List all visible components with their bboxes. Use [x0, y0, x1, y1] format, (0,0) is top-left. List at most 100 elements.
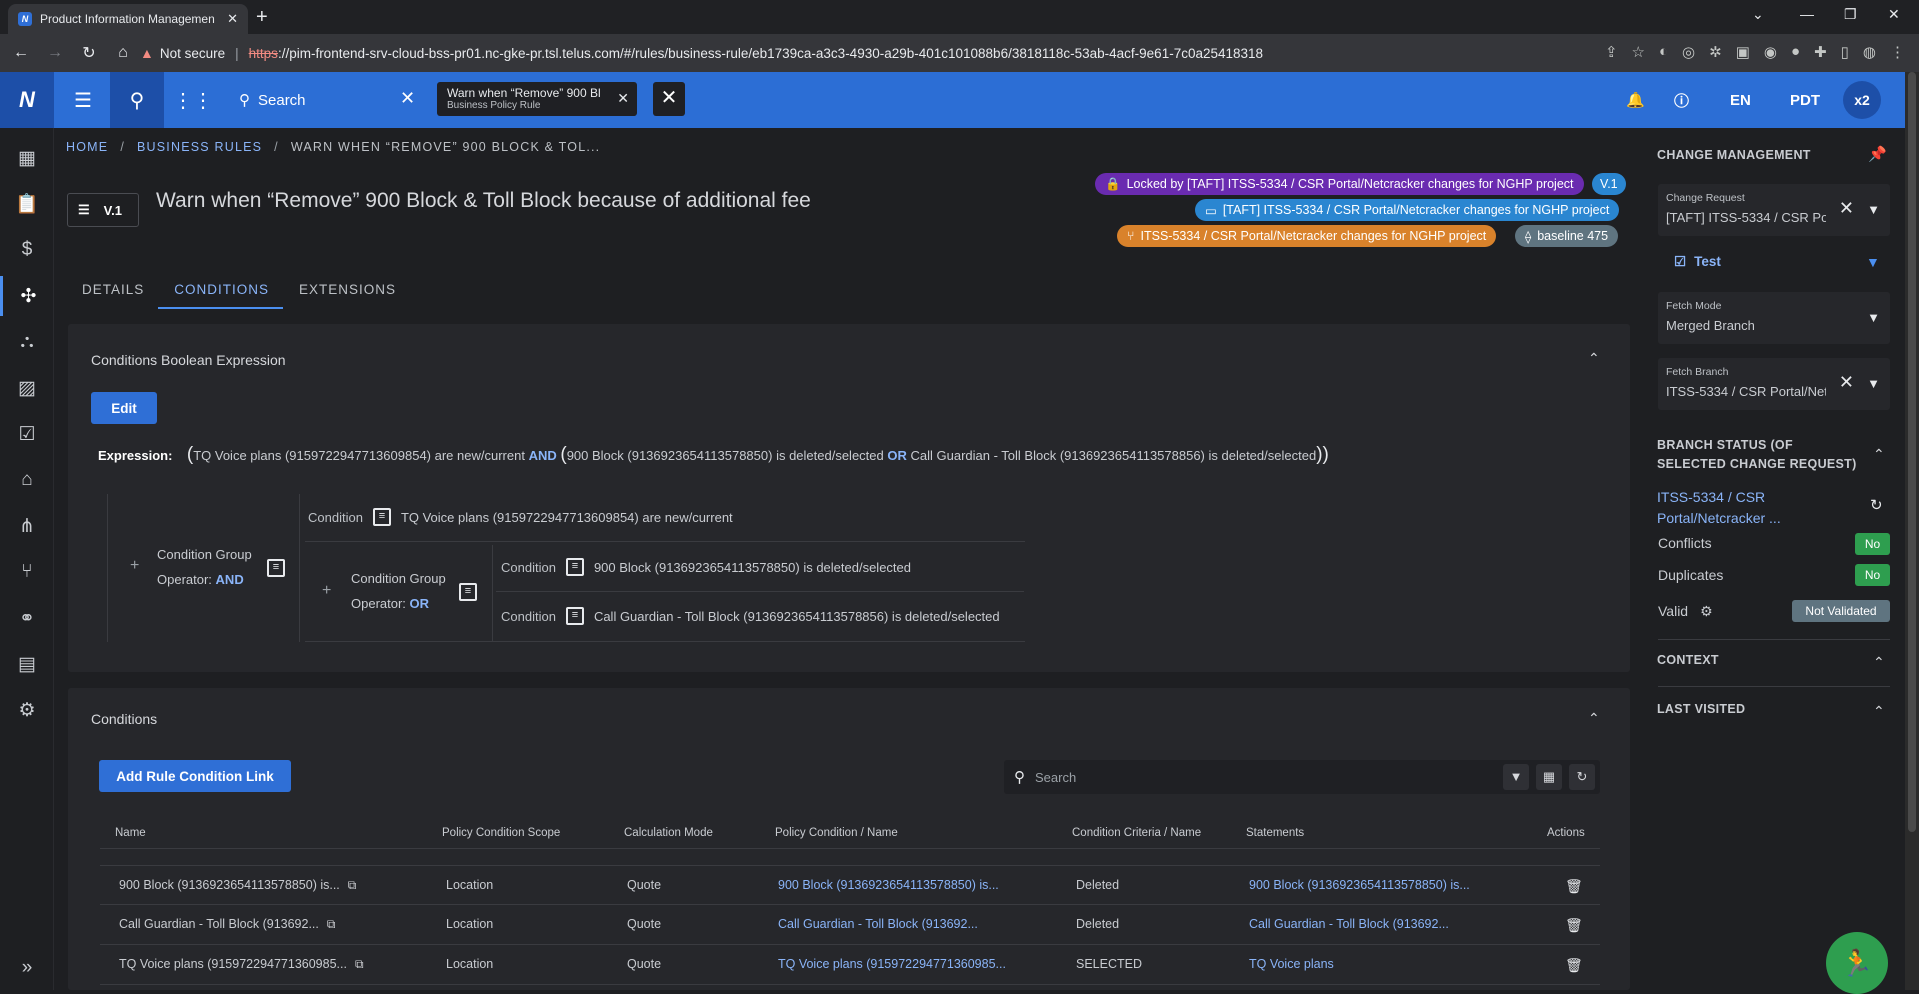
baseline-chip[interactable]: ⟠ baseline 475	[1515, 225, 1619, 247]
close-content-tab-icon[interactable]: ✕	[617, 90, 629, 107]
pricing-dollar-icon[interactable]: $	[0, 230, 54, 270]
collapse-chevron-icon[interactable]: ⌃	[1588, 350, 1600, 367]
add-rule-condition-link-button[interactable]: Add Rule Condition Link	[99, 760, 291, 792]
policy-condition-link[interactable]: TQ Voice plans (915972294771360985...	[778, 957, 1006, 971]
timezone-selector[interactable]: PDT	[1790, 72, 1820, 128]
last-visited-title[interactable]: LAST VISITED	[1657, 702, 1745, 716]
copy-icon[interactable]: ⧉	[327, 917, 336, 931]
context-title[interactable]: CONTEXT	[1657, 653, 1719, 667]
back-icon[interactable]: ←	[8, 44, 34, 62]
table-row[interactable]: Call Guardian - Toll Block (913692... ⧉ L…	[100, 905, 1600, 945]
delete-icon[interactable]: 🗑	[1565, 878, 1583, 895]
bookmark-star-icon[interactable]: ☆	[1632, 43, 1645, 61]
settings-gear-icon[interactable]: ⚙	[0, 690, 54, 730]
url-field[interactable]: ▲ Not secure | https://pim-frontend-srv-…	[140, 38, 1540, 68]
search-icon[interactable]: ⚲	[110, 72, 164, 128]
breadcrumb-business-rules[interactable]: BUSINESS RULES	[137, 140, 262, 154]
page-scrollbar-thumb[interactable]	[1908, 72, 1916, 832]
restore-icon[interactable]: ❐	[1844, 6, 1857, 23]
copy-icon[interactable]: ⧉	[355, 957, 364, 971]
forward-icon[interactable]: →	[42, 44, 68, 62]
window-close-icon[interactable]: ✕	[1888, 6, 1900, 23]
condition-list-icon[interactable]: ≡	[565, 558, 584, 576]
dashboard-icon[interactable]: ▦	[0, 138, 54, 178]
clipboard-icon[interactable]: 📋	[0, 184, 54, 224]
version-chip[interactable]: V.1	[1592, 173, 1626, 195]
tab-extensions[interactable]: EXTENSIONS	[283, 278, 410, 309]
table-icon[interactable]: ▤	[0, 644, 54, 684]
condition-list-icon[interactable]: ≡	[372, 508, 391, 526]
shapes-icon[interactable]: ⛬	[0, 322, 54, 362]
tab-details[interactable]: DETAILS	[66, 278, 158, 309]
table-row[interactable]: 900 Block (9136923654113578850) is... ⧉ L…	[100, 865, 1600, 905]
change-request-select[interactable]: Change Request [TAFT] ITSS-5334 / CSR Po…	[1658, 184, 1890, 236]
new-tab-icon[interactable]: +	[256, 6, 268, 29]
browser-tab[interactable]: N Product Information Managemen ✕	[8, 4, 248, 34]
branch-chip[interactable]: ⑂ ITSS-5334 / CSR Portal/Netcracker chang…	[1117, 225, 1497, 247]
statement-link[interactable]: 900 Block (9136923654113578850) is...	[1249, 878, 1470, 892]
col-header-calc-mode[interactable]: Calculation Mode	[624, 827, 713, 839]
fetch-mode-select[interactable]: Fetch Mode Merged Branch ▼	[1658, 292, 1890, 344]
locked-chip[interactable]: 🔒 Locked by [TAFT] ITSS-5334 / CSR Portal…	[1095, 173, 1584, 195]
hierarchy-icon[interactable]: ⋔	[0, 506, 54, 546]
delete-icon[interactable]: 🗑	[1565, 917, 1583, 934]
extension-icon[interactable]: ◎	[1682, 43, 1695, 61]
close-all-tabs-icon[interactable]: ✕	[653, 82, 685, 116]
app-logo-icon[interactable]: N	[0, 72, 54, 128]
group-list-icon[interactable]: ≡	[267, 559, 285, 577]
tag-icon[interactable]: ⌂	[0, 460, 54, 500]
nodes-icon[interactable]: ⚭	[0, 598, 54, 638]
col-header-scope[interactable]: Policy Condition Scope	[442, 827, 560, 839]
clear-search-icon[interactable]: ✕	[400, 88, 415, 109]
expand-sidebar-icon[interactable]: »	[0, 948, 54, 988]
col-header-policy-condition[interactable]: Policy Condition / Name	[775, 827, 898, 839]
collapse-chevron-icon[interactable]: ⌃	[1873, 446, 1885, 463]
policy-condition-link[interactable]: Call Guardian - Toll Block (913692...	[778, 917, 978, 931]
add-group-icon[interactable]: +	[322, 582, 331, 600]
extension-icon[interactable]: ●	[1791, 43, 1800, 61]
test-link[interactable]: ☑ Test	[1674, 254, 1721, 270]
edit-expression-button[interactable]: Edit	[91, 392, 157, 424]
col-header-criteria[interactable]: Condition Criteria / Name	[1072, 827, 1201, 839]
menu-kebab-icon[interactable]: ⋮	[1890, 43, 1905, 61]
validate-gear-icon[interactable]: ⚙	[1700, 603, 1713, 620]
extension-icon[interactable]: ✲	[1709, 43, 1722, 61]
open-content-tab[interactable]: Warn when “Remove” 900 Bl Business Polic…	[437, 82, 637, 116]
clear-icon[interactable]: ✕	[1839, 372, 1854, 393]
quick-action-fab-icon[interactable]: 🏃	[1826, 932, 1888, 994]
info-icon[interactable]: ⓘ	[1674, 72, 1689, 128]
dropdown-arrow-icon[interactable]: ▼	[1867, 310, 1880, 325]
global-search-input[interactable]: ⚲ Search	[229, 80, 425, 120]
filter-icon[interactable]: ▼	[1866, 254, 1880, 270]
expand-chevron-icon[interactable]: ⌃	[1873, 654, 1885, 671]
condition-list-icon[interactable]: ≡	[565, 607, 584, 625]
extension-icon[interactable]: ▣	[1736, 43, 1750, 61]
copy-icon[interactable]: ⧉	[348, 878, 357, 892]
table-row[interactable]: TQ Voice plans (915972294771360985... ⧉ L…	[100, 945, 1600, 985]
close-tab-icon[interactable]: ✕	[227, 11, 238, 27]
branch-link[interactable]: ITSS-5334 / CSR Portal/Netcracker ...	[1657, 487, 1781, 529]
language-selector[interactable]: EN	[1730, 72, 1751, 128]
image-icon[interactable]: ▨	[0, 368, 54, 408]
branch-icon[interactable]: ⑂	[0, 552, 54, 592]
breadcrumb-home[interactable]: HOME	[66, 140, 108, 154]
avatar[interactable]: x2	[1843, 81, 1881, 119]
policy-condition-link[interactable]: 900 Block (9136923654113578850) is...	[778, 878, 999, 892]
version-menu-button[interactable]: ☰ V.1	[67, 193, 139, 227]
checklist-icon[interactable]: ☑	[0, 414, 54, 454]
minimize-icon[interactable]: —	[1800, 6, 1814, 22]
delete-icon[interactable]: 🗑	[1565, 957, 1583, 974]
clear-icon[interactable]: ✕	[1839, 198, 1854, 219]
tab-search-icon[interactable]: ⌄	[1752, 6, 1764, 23]
tab-conditions[interactable]: CONDITIONS	[158, 278, 284, 309]
add-group-icon[interactable]: +	[130, 557, 139, 575]
fetch-branch-select[interactable]: Fetch Branch ITSS-5334 / CSR Portal/Netc…	[1658, 358, 1890, 410]
sidepanel-icon[interactable]: ▯	[1841, 43, 1849, 61]
reload-icon[interactable]: ↻	[76, 43, 102, 63]
share-icon[interactable]: ⇪	[1605, 43, 1618, 61]
business-rules-icon[interactable]: ✣	[0, 276, 54, 316]
expand-chevron-icon[interactable]: ⌃	[1873, 703, 1885, 720]
statement-link[interactable]: TQ Voice plans	[1249, 957, 1334, 971]
group-list-icon[interactable]: ≡	[459, 583, 477, 601]
refresh-icon[interactable]: ↻	[1870, 496, 1883, 514]
